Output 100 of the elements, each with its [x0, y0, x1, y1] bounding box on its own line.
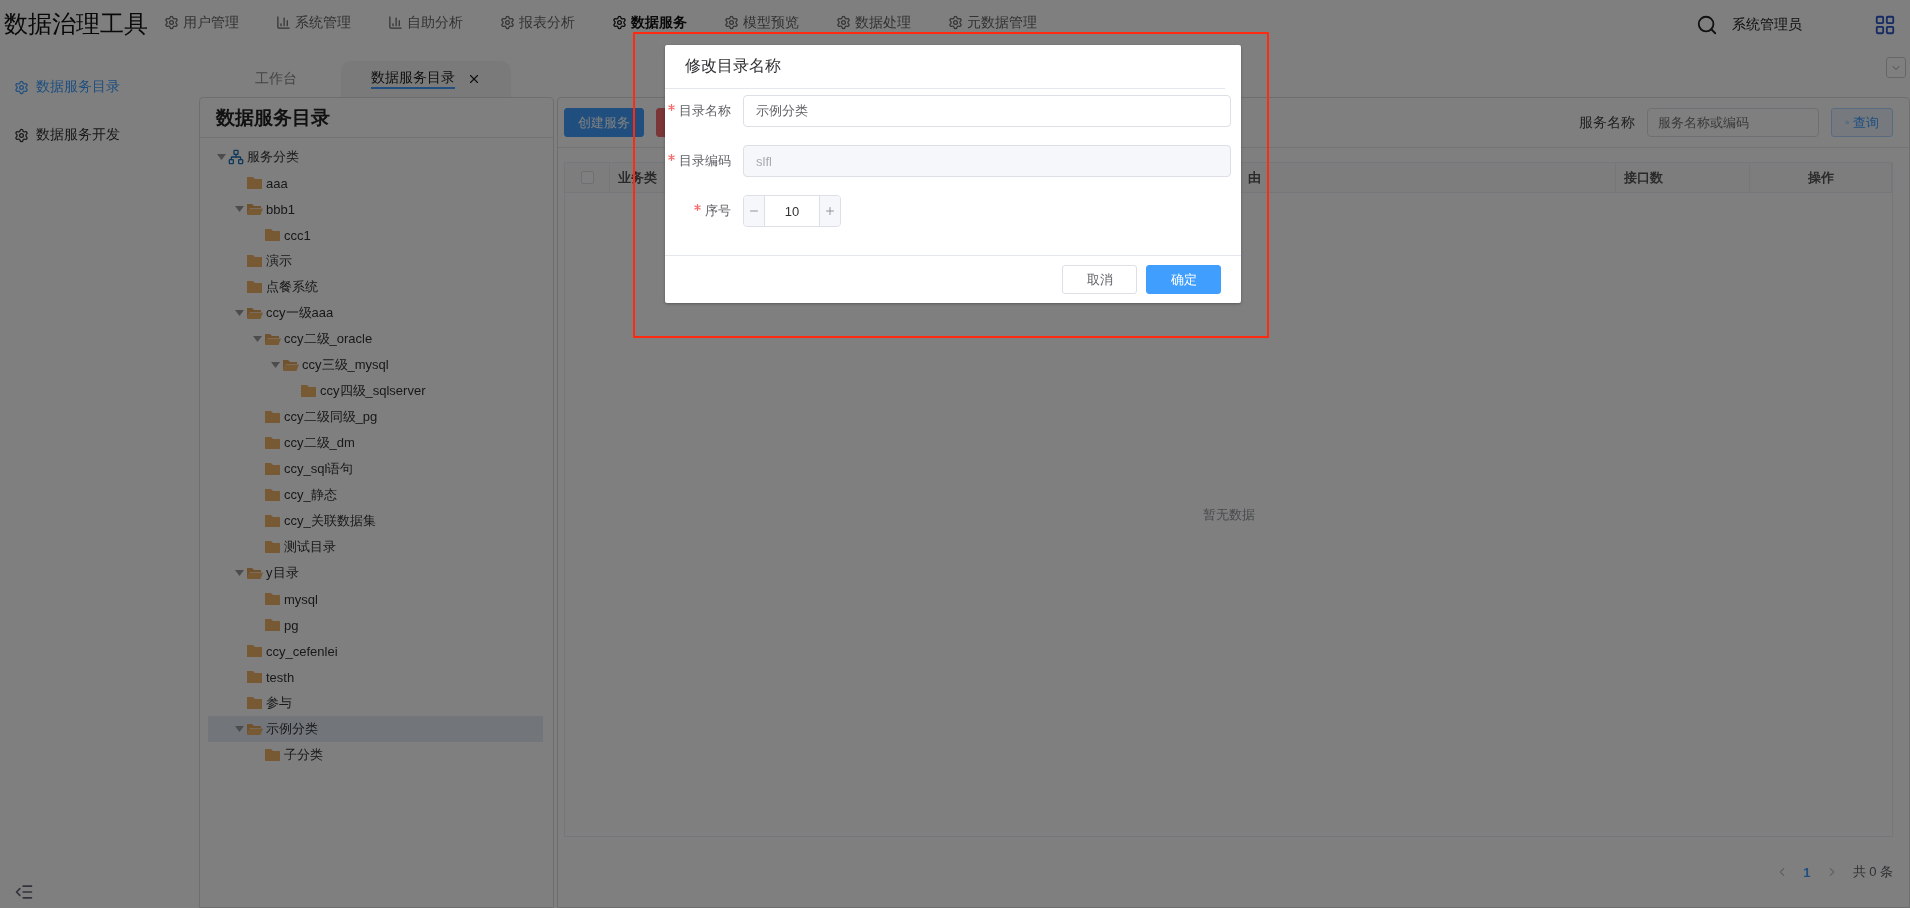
nav-item[interactable]: 数据处理	[836, 14, 948, 30]
user-name[interactable]: 系统管理员	[1732, 15, 1802, 34]
number-input[interactable]: 10	[743, 195, 841, 227]
caret-icon	[234, 206, 244, 212]
caret-icon	[234, 726, 244, 732]
close-icon[interactable]	[467, 72, 481, 86]
tree-item[interactable]: testh	[208, 664, 543, 690]
folder-icon	[264, 540, 281, 554]
tree-item[interactable]: ccc1	[208, 222, 543, 248]
required-asterisk-icon	[694, 204, 701, 211]
settings-icon	[836, 14, 851, 30]
folder-icon	[246, 280, 263, 294]
tree-item[interactable]: 服务分类	[208, 144, 543, 170]
nav-item[interactable]: 用户管理	[164, 14, 276, 30]
tab[interactable]: 工作台	[211, 61, 341, 97]
caret-icon	[270, 362, 280, 368]
open-folder-icon	[282, 358, 299, 372]
field-label: 序号	[665, 202, 743, 220]
panel-title: 数据服务目录	[200, 98, 553, 138]
folder-icon	[246, 696, 263, 710]
tree-item[interactable]: ccy_静态	[208, 482, 543, 508]
tree-item[interactable]: ccy四级_sqlserver	[208, 378, 543, 404]
search-field[interactable]: 服务名称或编码	[1647, 108, 1819, 137]
plus-icon[interactable]	[820, 196, 840, 226]
minus-icon[interactable]	[744, 196, 764, 226]
bar-chart-icon	[388, 14, 403, 30]
caret-icon	[234, 310, 244, 316]
tree-item[interactable]: y目录	[208, 560, 543, 586]
required-asterisk-icon	[668, 104, 675, 111]
tab[interactable]: 数据服务目录	[341, 61, 511, 97]
settings-icon	[164, 14, 179, 30]
settings-icon	[612, 14, 627, 30]
settings-icon	[724, 14, 739, 30]
tree-item[interactable]: pg	[208, 612, 543, 638]
folder-icon	[264, 228, 281, 242]
folder-icon	[246, 670, 263, 684]
settings-icon	[500, 14, 515, 30]
tree-item[interactable]: mysql	[208, 586, 543, 612]
folder-icon	[264, 436, 281, 450]
tree-item[interactable]: 子分类	[208, 742, 543, 768]
hierarchy-icon	[228, 149, 244, 165]
collapse-menu-icon[interactable]	[14, 882, 34, 902]
tree-item[interactable]: bbb1	[208, 196, 543, 222]
total-count: 共 0 条	[1852, 863, 1893, 881]
open-folder-icon	[264, 332, 281, 346]
search-icon[interactable]	[1696, 13, 1718, 36]
search-label: 服务名称	[1579, 113, 1635, 132]
nav-item[interactable]: 报表分析	[500, 14, 612, 30]
open-folder-icon	[246, 202, 263, 216]
confirm-button[interactable]: 确定	[1146, 265, 1221, 294]
tree-item[interactable]: 测试目录	[208, 534, 543, 560]
tree-item[interactable]: ccy二级_dm	[208, 430, 543, 456]
tree-item[interactable]: ccy二级同级_pg	[208, 404, 543, 430]
field-label: 目录名称	[665, 102, 743, 120]
settings-icon	[948, 14, 963, 30]
nav-item[interactable]: 元数据管理	[948, 14, 1060, 30]
folder-icon	[264, 462, 281, 476]
column-header: 接口数	[1624, 168, 1663, 187]
open-folder-icon	[246, 566, 263, 580]
bar-chart-icon	[276, 14, 291, 30]
folder-icon	[246, 644, 263, 658]
tree-item[interactable]: aaa	[208, 170, 543, 196]
tree-item[interactable]: 点餐系统	[208, 274, 543, 300]
nav-item[interactable]: 模型预览	[724, 14, 836, 30]
tree-item[interactable]: 演示	[208, 248, 543, 274]
folder-icon	[264, 410, 281, 424]
folder-icon	[264, 748, 281, 762]
column-header: 由	[1248, 168, 1261, 187]
nav-item[interactable]: 自助分析	[388, 14, 500, 30]
tree-item[interactable]: 示例分类	[208, 716, 543, 742]
field-label: 目录编码	[665, 152, 743, 170]
dialog-title: 修改目录名称	[665, 45, 1225, 89]
input-field[interactable]: 示例分类	[743, 95, 1231, 127]
tree-item[interactable]: ccy二级_oracle	[208, 326, 543, 352]
nav-item[interactable]: 系统管理	[276, 14, 388, 30]
open-folder-icon	[246, 722, 263, 736]
caret-icon	[252, 336, 262, 342]
folder-icon	[246, 254, 263, 268]
tabs-dropdown-button[interactable]	[1886, 57, 1906, 78]
folder-icon	[264, 592, 281, 606]
nav-item[interactable]: 数据服务	[612, 14, 724, 30]
folder-icon	[300, 384, 317, 398]
sidebar-item[interactable]: 数据服务开发	[14, 121, 199, 149]
folder-icon	[264, 488, 281, 502]
caret-icon	[234, 570, 244, 576]
apps-grid-icon[interactable]	[1874, 13, 1896, 36]
folder-icon	[246, 176, 263, 190]
required-asterisk-icon	[668, 154, 675, 161]
tree-item[interactable]: ccy三级_mysql	[208, 352, 543, 378]
tree-item[interactable]: ccy_cefenlei	[208, 638, 543, 664]
tree-item[interactable]: 参与	[208, 690, 543, 716]
folder-icon	[264, 514, 281, 528]
caret-icon	[216, 154, 226, 160]
cancel-button[interactable]: 取消	[1062, 265, 1137, 294]
settings-icon	[14, 79, 29, 95]
folder-icon	[264, 618, 281, 632]
column-header: 操作	[1807, 168, 1834, 187]
tree-item[interactable]: ccy_关联数据集	[208, 508, 543, 534]
app-title: 数据治理工具	[4, 9, 149, 39]
tree-item[interactable]: ccy_sql语句	[208, 456, 543, 482]
